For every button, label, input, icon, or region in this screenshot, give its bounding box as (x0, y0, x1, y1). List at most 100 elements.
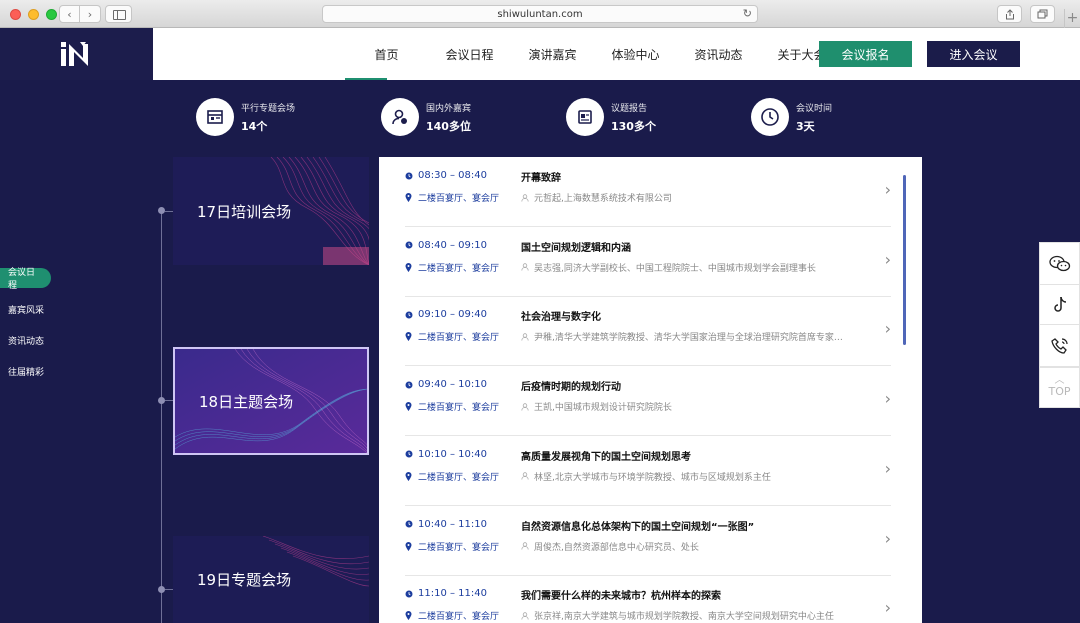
douyin-button[interactable] (1039, 284, 1080, 325)
person-icon (521, 542, 529, 550)
schedule-row[interactable]: 08:30 – 08:40 二楼百宴厅、宴会厅 开幕致辞 元哲起,上海数慧系统技… (405, 157, 891, 227)
forward-button[interactable]: › (80, 5, 101, 23)
timeline-line (161, 211, 162, 623)
register-button[interactable]: 会议报名 (819, 41, 912, 67)
location-pin-icon (405, 332, 412, 342)
talk-title: 我们需要什么样的未来城市？杭州样本的探索 (521, 591, 721, 603)
stat-value: 130多个 (611, 119, 656, 133)
location-pin-icon (405, 262, 412, 272)
location-pin-icon (405, 471, 412, 481)
session-time: 09:10 – 09:40 (405, 309, 487, 320)
session-location: 二楼百宴厅、宴会厅 (405, 540, 499, 553)
schedule-row[interactable]: 08:40 – 09:10 二楼百宴厅、宴会厅 国土空间规划逻辑和内涵 吴志强,… (405, 227, 891, 297)
nav-home[interactable]: 首页 (345, 28, 428, 80)
session-card-17[interactable]: 17日培训会场 (173, 157, 369, 265)
sidebar-toggle-button[interactable] (105, 5, 132, 23)
main-nav: 首页 会议日程 演讲嘉宾 体验中心 资讯动态 关于大会 (345, 28, 843, 80)
site-logo[interactable] (0, 28, 153, 80)
nav-speakers[interactable]: 演讲嘉宾 (511, 28, 594, 80)
chevron-right-icon[interactable]: › (885, 180, 891, 199)
session-title: 17日培训会场 (197, 202, 292, 221)
speaker-info: 王凯,中国城市规划设计研究院院长 (521, 400, 672, 413)
location-pin-icon (405, 611, 412, 621)
session-location: 二楼百宴厅、宴会厅 (405, 330, 499, 343)
session-time: 08:30 – 08:40 (405, 170, 487, 181)
site-header: 首页 会议日程 演讲嘉宾 体验中心 资讯动态 关于大会 会议报名 进入会议 (0, 28, 1080, 80)
session-location: 二楼百宴厅、宴会厅 (405, 261, 499, 274)
session-location: 二楼百宴厅、宴会厅 (405, 400, 499, 413)
session-title: 18日主题会场 (199, 392, 294, 411)
back-to-top-button[interactable]: ︿ TOP (1039, 367, 1080, 408)
clock-icon (405, 450, 413, 458)
talk-title: 开幕致辞 (521, 173, 561, 184)
enter-conference-button[interactable]: 进入会议 (927, 41, 1020, 67)
session-card-18[interactable]: 18日主题会场 (173, 347, 369, 455)
schedule-panel: 08:30 – 08:40 二楼百宴厅、宴会厅 开幕致辞 元哲起,上海数慧系统技… (379, 157, 922, 623)
schedule-row[interactable]: 10:10 – 10:40 二楼百宴厅、宴会厅 高质量发展视角下的国土空间规划思… (405, 436, 891, 506)
stat-duration: 会议时间 3天 (751, 97, 832, 137)
new-tab-button[interactable]: + (1064, 9, 1080, 28)
clock-icon (405, 172, 413, 179)
schedule-scrollbar[interactable] (903, 175, 906, 345)
stat-label: 议题报告 (611, 103, 648, 114)
stat-venues: 平行专题会场 14个 (196, 97, 295, 137)
subnav-past[interactable]: 往届精彩 (0, 361, 52, 381)
share-button[interactable] (997, 5, 1022, 23)
schedule-row[interactable]: 11:10 – 11:40 二楼百宴厅、宴会厅 我们需要什么样的未来城市？杭州样… (405, 575, 891, 623)
nav-experience[interactable]: 体验中心 (594, 28, 677, 80)
talk-title: 高质量发展视角下的国土空间规划思考 (521, 451, 691, 463)
session-location: 二楼百宴厅、宴会厅 (405, 191, 499, 204)
nav-schedule[interactable]: 会议日程 (428, 28, 511, 80)
stat-label: 会议时间 (796, 103, 833, 114)
person-icon (521, 402, 529, 411)
chevron-left-icon: ‹ (67, 7, 72, 21)
stat-label: 平行专题会场 (241, 103, 296, 114)
talk-title: 自然资源信息化总体架构下的国土空间规划“一张图” (521, 521, 755, 533)
wechat-icon (1048, 255, 1070, 271)
session-card-19[interactable]: 19日专题会场 (173, 536, 369, 623)
timeline-dot (158, 207, 165, 214)
chevron-right-icon[interactable]: › (885, 598, 891, 617)
tabs-overview-button[interactable] (1030, 5, 1055, 23)
stat-label: 国内外嘉宾 (426, 103, 472, 114)
speaker-info: 元哲起,上海数慧系统技术有限公司 (521, 191, 672, 204)
chevron-right-icon: › (87, 7, 93, 21)
person-icon (521, 193, 529, 202)
session-time: 08:40 – 09:10 (405, 240, 487, 251)
subnav-guests[interactable]: 嘉宾风采 (0, 299, 52, 319)
chevron-right-icon[interactable]: › (885, 389, 891, 408)
schedule-row[interactable]: 10:40 – 11:10 二楼百宴厅、宴会厅 自然资源信息化总体架构下的国土空… (405, 506, 891, 576)
report-doc-icon (578, 110, 592, 124)
clock-icon (761, 108, 779, 126)
clock-icon (405, 520, 413, 528)
phone-button[interactable] (1039, 324, 1080, 367)
wechat-button[interactable] (1039, 242, 1080, 285)
clock-icon (405, 590, 413, 598)
reload-icon[interactable]: ↻ (743, 7, 752, 20)
phone-icon (1050, 337, 1068, 354)
chevron-right-icon[interactable]: › (885, 459, 891, 478)
session-time: 11:10 – 11:40 (405, 588, 487, 599)
chevron-right-icon[interactable]: › (885, 250, 891, 269)
stat-value: 140多位 (426, 119, 471, 133)
speaker-info: 尹稚,清华大学建筑学院教授、清华大学国家治理与全球治理研究院首席专家、… (521, 330, 851, 343)
schedule-row[interactable]: 09:10 – 09:40 二楼百宴厅、宴会厅 社会治理与数字化 尹稚,清华大学… (405, 296, 891, 367)
stat-reports: 议题报告 130多个 (566, 97, 656, 137)
back-button[interactable]: ‹ (59, 5, 80, 23)
speaker-info: 张京祥,南京大学建筑与城市规划学院教授、南京大学空间规划研究中心主任 (521, 609, 834, 622)
chevron-up-icon: ︿ (1054, 375, 1065, 386)
timeline-dot (158, 397, 165, 404)
schedule-row[interactable]: 09:40 – 10:10 二楼百宴厅、宴会厅 后疫情时期的规划行动 王凯,中国… (405, 366, 891, 437)
close-window-button[interactable] (10, 9, 21, 20)
tabs-icon (1037, 9, 1048, 19)
chevron-right-icon[interactable]: › (885, 529, 891, 548)
address-bar[interactable]: shiwuluntan.com ↻ (322, 5, 758, 23)
minimize-window-button[interactable] (28, 9, 39, 20)
speaker-info: 林坚,北京大学城市与环境学院教授、城市与区域规划系主任 (521, 470, 771, 483)
nav-news[interactable]: 资讯动态 (677, 28, 760, 80)
zoom-window-button[interactable] (46, 9, 57, 20)
subnav-news[interactable]: 资讯动态 (0, 330, 52, 350)
subnav-schedule[interactable]: 会议日程 (0, 268, 51, 291)
session-location: 二楼百宴厅、宴会厅 (405, 609, 499, 622)
chevron-right-icon[interactable]: › (885, 319, 891, 338)
